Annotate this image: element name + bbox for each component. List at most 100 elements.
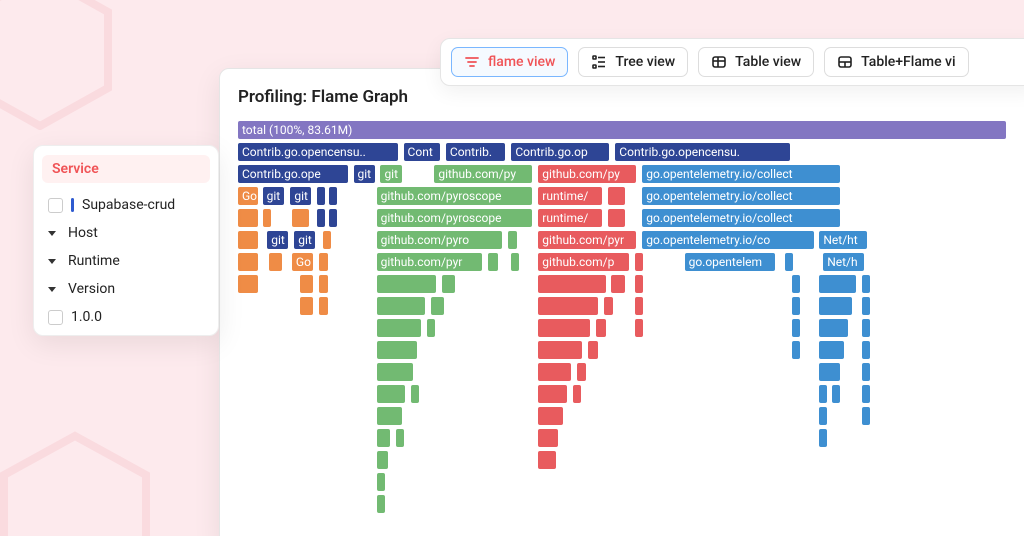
- flame-cell[interactable]: [577, 363, 587, 381]
- flame-cell[interactable]: [329, 209, 337, 227]
- flame-cell[interactable]: [377, 407, 402, 425]
- flame-cell[interactable]: go.opentelemetry.io/co: [642, 231, 813, 249]
- flame-cell[interactable]: [538, 275, 605, 293]
- flame-cell[interactable]: [317, 209, 325, 227]
- flame-cell[interactable]: [377, 341, 417, 359]
- flame-cell[interactable]: [792, 319, 800, 337]
- flame-cell[interactable]: [611, 275, 624, 293]
- flame-cell[interactable]: [377, 319, 421, 337]
- flame-cell[interactable]: [292, 209, 309, 227]
- flame-cell[interactable]: [377, 297, 425, 315]
- flame-cell[interactable]: [785, 253, 793, 271]
- filter-group-runtime[interactable]: Runtime: [34, 247, 218, 275]
- flame-cell[interactable]: [862, 363, 870, 381]
- flame-cell[interactable]: [608, 187, 625, 205]
- flame-cell[interactable]: [377, 363, 414, 381]
- filter-group-host[interactable]: Host: [34, 219, 218, 247]
- flame-cell[interactable]: [377, 451, 389, 469]
- flame-cell[interactable]: github.com/pyr: [377, 253, 483, 271]
- flame-cell[interactable]: [377, 473, 385, 491]
- filter-header-service[interactable]: Service: [42, 155, 210, 183]
- flame-cell[interactable]: [396, 429, 404, 447]
- flame-cell[interactable]: Cont: [404, 143, 441, 161]
- flame-cell[interactable]: runtime/: [538, 209, 601, 227]
- flame-cell[interactable]: [792, 275, 800, 293]
- flame-cell[interactable]: [588, 341, 598, 359]
- flame-cell[interactable]: go.opentelemetry.io/collect: [642, 209, 840, 227]
- flame-cell[interactable]: [442, 275, 455, 293]
- view-table-flame-button[interactable]: Table+Flame vi: [824, 47, 968, 77]
- flame-cell[interactable]: [377, 275, 437, 293]
- flame-cell[interactable]: [538, 297, 598, 315]
- flame-cell[interactable]: [538, 385, 567, 403]
- flame-cell[interactable]: [573, 385, 581, 403]
- flame-cell[interactable]: github.com/p: [538, 253, 628, 271]
- flame-cell[interactable]: [819, 429, 827, 447]
- flame-cell[interactable]: [596, 319, 606, 337]
- flame-cell[interactable]: [300, 275, 313, 293]
- flame-cell[interactable]: Go: [292, 253, 313, 271]
- flame-cell[interactable]: [511, 253, 519, 271]
- view-table-button[interactable]: Table view: [698, 47, 814, 77]
- flame-cell[interactable]: [431, 297, 444, 315]
- flame-cell[interactable]: Contrib.go.opencensu.: [615, 143, 790, 161]
- flame-cell[interactable]: Go: [238, 187, 258, 205]
- flame-cell[interactable]: [508, 231, 518, 249]
- flame-cell[interactable]: [819, 407, 827, 425]
- filter-group-version[interactable]: Version: [34, 275, 218, 303]
- flame-cell[interactable]: [238, 275, 258, 293]
- flame-cell[interactable]: [819, 385, 827, 403]
- flame-cell[interactable]: [862, 385, 870, 403]
- flame-cell[interactable]: [377, 385, 406, 403]
- flame-cell[interactable]: [538, 341, 582, 359]
- flame-cell[interactable]: [635, 319, 643, 337]
- flame-cell[interactable]: go.opentelem: [685, 253, 775, 271]
- flame-cell[interactable]: [538, 451, 555, 469]
- flame-cell[interactable]: git: [294, 231, 315, 249]
- flame-cell[interactable]: github.com/py: [538, 165, 636, 183]
- checkbox-icon[interactable]: [48, 310, 63, 325]
- flame-cell[interactable]: [862, 407, 870, 425]
- flame-cell[interactable]: [538, 319, 590, 337]
- flame-cell[interactable]: [538, 407, 563, 425]
- flame-cell[interactable]: [792, 341, 800, 359]
- flame-cell[interactable]: git: [354, 165, 375, 183]
- flame-cell[interactable]: Net/h: [823, 253, 863, 271]
- flame-cell[interactable]: [819, 319, 848, 337]
- flame-cell[interactable]: total (100%, 83.61M): [238, 121, 1006, 139]
- flame-cell[interactable]: [300, 297, 313, 315]
- flame-cell[interactable]: [862, 297, 870, 315]
- flame-cell[interactable]: [317, 187, 325, 205]
- flame-cell[interactable]: git: [290, 187, 311, 205]
- flame-cell[interactable]: [319, 253, 329, 271]
- flame-cell[interactable]: github.com/py: [434, 165, 532, 183]
- flame-cell[interactable]: [832, 385, 840, 403]
- flame-cell[interactable]: Net/ht: [819, 231, 867, 249]
- flame-cell[interactable]: runtime/: [538, 187, 601, 205]
- flame-cell[interactable]: [862, 319, 870, 337]
- flame-cell[interactable]: github.com/pyro: [377, 231, 502, 249]
- flame-cell[interactable]: [411, 385, 419, 403]
- flame-cell[interactable]: Contrib.: [446, 143, 506, 161]
- flame-cell[interactable]: [238, 209, 258, 227]
- flame-cell[interactable]: go.opentelemetry.io/collect: [642, 187, 840, 205]
- flame-cell[interactable]: go.opentelemetry.io/collect: [642, 165, 840, 183]
- flame-cell[interactable]: [635, 253, 643, 271]
- flame-cell[interactable]: Contrib.go.opencensu..: [238, 143, 398, 161]
- checkbox-icon[interactable]: [48, 198, 63, 213]
- flame-cell[interactable]: [377, 495, 385, 513]
- flame-cell[interactable]: github.com/pyroscope: [377, 209, 533, 227]
- flame-cell[interactable]: [269, 253, 282, 271]
- flame-cell[interactable]: [377, 429, 390, 447]
- flame-cell[interactable]: [238, 253, 258, 271]
- flame-cell[interactable]: git: [380, 165, 401, 183]
- filter-item-version[interactable]: 1.0.0: [34, 303, 218, 331]
- flame-cell[interactable]: [538, 363, 571, 381]
- view-flame-button[interactable]: flame view: [451, 47, 568, 77]
- flame-cell[interactable]: git: [267, 231, 288, 249]
- flame-cell[interactable]: [319, 297, 329, 315]
- flame-cell[interactable]: [635, 297, 643, 315]
- flame-cell[interactable]: [319, 275, 329, 293]
- flame-graph[interactable]: total (100%, 83.61M) Contrib.go.opencensu…: [238, 121, 1020, 536]
- flame-cell[interactable]: [238, 231, 258, 249]
